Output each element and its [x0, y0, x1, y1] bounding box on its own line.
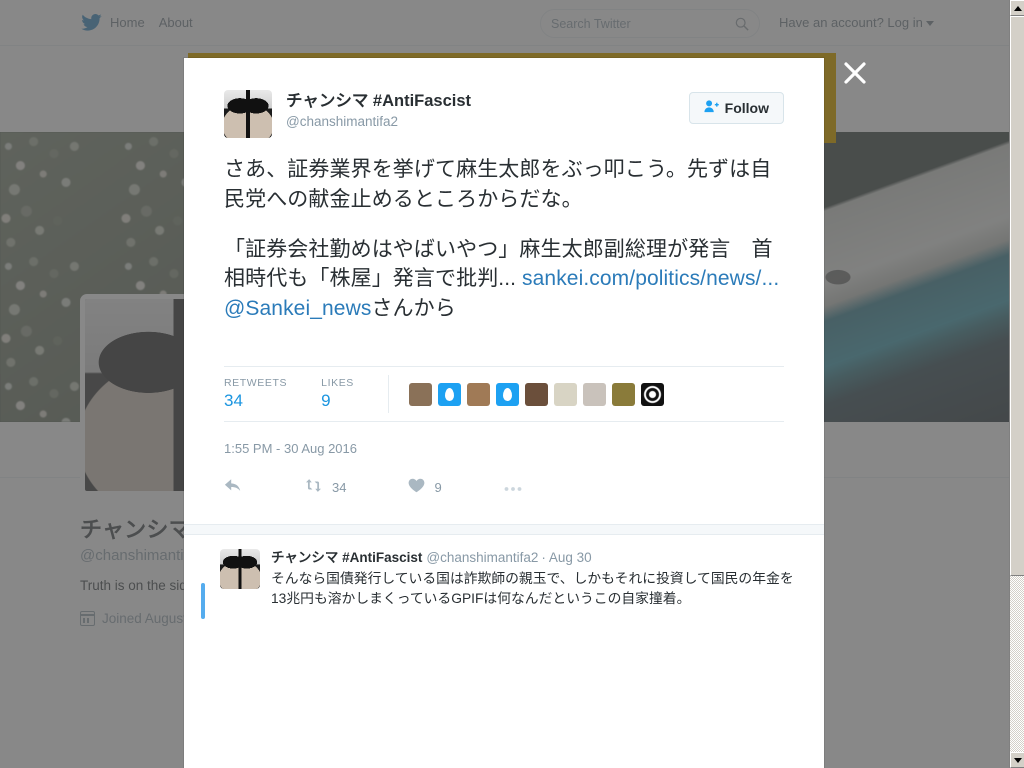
reply-separator: ·	[541, 550, 546, 566]
likes-stat[interactable]: LIKES 9	[321, 377, 354, 411]
like-count: 9	[434, 479, 442, 495]
scrollbar-thumb[interactable]	[1010, 16, 1024, 576]
close-icon[interactable]	[842, 60, 868, 86]
liker-avatar-7[interactable]	[582, 382, 606, 406]
scroll-up-arrow-icon[interactable]	[1010, 0, 1024, 16]
tweet-mention[interactable]: @Sankei_news	[224, 297, 371, 320]
more-dots-icon	[504, 480, 522, 495]
modal-section-separator	[184, 524, 824, 536]
likes-count: 9	[321, 391, 331, 411]
retweets-count: 34	[224, 391, 243, 411]
stat-counts: RETWEETS 34 LIKES 9	[224, 377, 388, 411]
tweet-header: チャンシマ #AntiFascist @chanshimantifa2 Foll…	[224, 90, 784, 138]
reply-button[interactable]	[224, 478, 242, 496]
avatar-image	[224, 90, 272, 138]
tweet-text-tail: さんから	[371, 297, 456, 321]
tweet-text-line1: さあ、証券業界を挙げて麻生太郎をぶっ叩こう。先ずは自民党への献金止めるところから…	[224, 158, 772, 211]
browser-viewport: Home About Have an account? Log in ‹	[0, 0, 1024, 768]
tweet-action-bar: 34 9	[224, 472, 784, 502]
retweet-count: 34	[332, 479, 347, 495]
tweet-text-gap	[224, 215, 784, 235]
liker-facepile	[389, 382, 664, 406]
heart-icon	[408, 478, 425, 496]
tweet-author-names: チャンシマ #AntiFascist @chanshimantifa2	[286, 90, 689, 129]
tweet-timestamp[interactable]: 1:55 PM - 30 Aug 2016	[224, 441, 784, 456]
more-button[interactable]	[504, 480, 522, 495]
liker-avatar-6[interactable]	[553, 382, 577, 406]
follow-button[interactable]: Follow	[688, 92, 784, 124]
reply-body: チャンシマ #AntiFascist @chanshimantifa2 · Aug 3…	[271, 549, 806, 609]
reply-author-avatar[interactable]	[220, 549, 260, 590]
avatar-image	[220, 549, 260, 590]
retweets-label: RETWEETS	[224, 377, 288, 390]
tweet-main: チャンシマ #AntiFascist @chanshimantifa2 Foll…	[184, 58, 824, 324]
scroll-down-arrow-icon[interactable]	[1010, 752, 1024, 768]
liker-avatar-5[interactable]	[524, 382, 548, 406]
retweet-icon	[304, 478, 323, 496]
reply-author-name[interactable]: チャンシマ #AntiFascist	[271, 550, 422, 565]
reply-author-handle[interactable]: @chanshimantifa2	[426, 550, 538, 565]
reply-header: チャンシマ #AntiFascist @chanshimantifa2 · Aug 3…	[271, 549, 806, 567]
tweet-author-handle[interactable]: @chanshimantifa2	[286, 114, 689, 129]
tweet-detail-modal: チャンシマ #AntiFascist @chanshimantifa2 Foll…	[184, 58, 824, 768]
retweets-stat[interactable]: RETWEETS 34	[224, 377, 287, 411]
tweet-author-avatar[interactable]	[224, 90, 272, 138]
reply-text: そんなら国債発行している国は詐欺師の親玉で、しかもそれに投資して国民の年金を13…	[271, 570, 794, 606]
tweet-text: さあ、証券業界を挙げて麻生太郎をぶっ叩こう。先ずは自民党への献金止めるところから…	[224, 155, 784, 324]
reply-tweet[interactable]: チャンシマ #AntiFascist @chanshimantifa2 · Aug 3…	[184, 535, 824, 620]
liker-avatar-9[interactable]	[640, 382, 664, 406]
retweet-button[interactable]: 34	[304, 478, 346, 496]
liker-avatar-4[interactable]	[495, 382, 519, 406]
liker-avatar-2[interactable]	[437, 382, 461, 406]
follow-person-icon	[704, 100, 719, 116]
reply-date[interactable]: Aug 30	[549, 550, 592, 565]
likes-label: LIKES	[321, 377, 354, 390]
tweet-stats-row: RETWEETS 34 LIKES 9	[224, 366, 784, 423]
liker-avatar-1[interactable]	[408, 382, 432, 406]
like-button[interactable]: 9	[408, 478, 442, 496]
thread-connector-line	[201, 583, 205, 620]
scrollbar-track[interactable]	[1010, 16, 1024, 752]
liker-avatar-3[interactable]	[466, 382, 490, 406]
follow-button-label: Follow	[724, 100, 769, 116]
reply-arrow-icon	[224, 478, 242, 496]
tweet-author-name[interactable]: チャンシマ #AntiFascist	[286, 91, 689, 112]
window-scrollbar[interactable]	[1009, 0, 1024, 768]
tweet-link[interactable]: sankei.com/politics/news/...	[522, 267, 779, 290]
liker-avatar-8[interactable]	[611, 382, 635, 406]
